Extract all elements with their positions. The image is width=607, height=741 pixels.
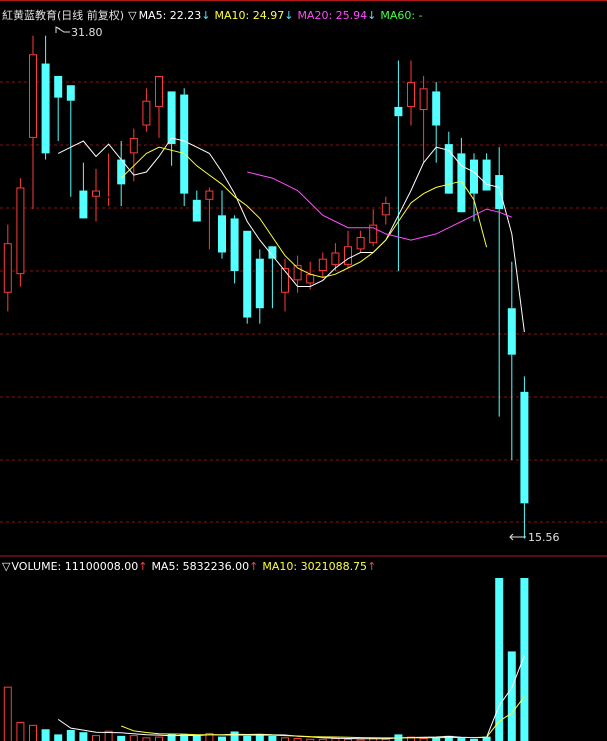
stock-name: 紅黄蓝教育 [2,9,57,22]
candle-body-down [218,215,226,253]
up-arrow-icon: ↑ [138,560,148,573]
candle-body-down [167,91,176,145]
volume-bar-down [66,729,75,741]
chart-background [0,0,607,741]
volume-value-legend: VOLUME: 11100008.00↑ [11,560,148,573]
candle-body-down [192,199,201,222]
candle-body-down [444,144,453,194]
candle-body-up [29,54,37,138]
candle-body-up [281,267,289,293]
candle-body-down [470,159,478,194]
down-arrow-icon: ↓ [284,9,294,22]
collapse-triangle-icon[interactable]: ▽ [2,560,10,573]
vol-ma5-legend: MA5: 5832236.00↑ [151,560,259,573]
volume-bar-down [243,735,252,741]
candle-body-up [306,274,315,284]
candle [180,88,189,207]
stock-title: 紅黄蓝教育(日线 前复权) [2,9,124,22]
candle-body-up [407,82,415,107]
volume-bar-up [29,724,37,741]
candle-body-up [419,88,428,111]
candle-body-up [129,137,138,154]
candle-body-down [66,85,75,101]
volume-bar-down [192,735,201,741]
volume-bar-down [167,733,176,741]
up-arrow-icon: ↑ [249,560,259,573]
candle-body-down [520,391,529,504]
candle-body-up [344,246,352,265]
volume-bar-down [117,735,126,741]
ma10-legend: MA10: 24.97↓ [214,9,294,22]
price-legend: 紅黄蓝教育(日线 前复权) ▽ MA5: 22.23↓ MA10: 24.97↓ MA2… [2,9,427,22]
candle-body-up [16,187,25,275]
candle-body-up [142,100,151,126]
candle-body-down [79,190,88,219]
candle-body-down [243,230,252,318]
ma5-legend: MA5: 22.23↓ [138,9,211,22]
volume-bar-down [41,729,50,741]
candle-body-up [155,75,163,107]
stock-chart[interactable]: 31.80 15.56 [0,0,607,741]
volume-bar-up [16,721,25,741]
volume-bar-down [507,651,516,741]
candle-body-up [318,258,327,272]
ma60-legend: MA60: - [380,9,423,22]
volume-bar-down [495,578,504,741]
vol-ma10-legend: MA10: 3021088.75↑ [262,560,377,573]
candle-body-up [3,243,12,293]
volume-legend: ▽VOLUME: 11100008.00↑ MA5: 5832236.00↑ MA1… [2,560,380,573]
candle-body-up [92,190,100,197]
candle-body-up [205,190,214,200]
volume-bar-up [129,735,138,741]
candle-body-down [495,175,504,210]
candle [243,230,252,324]
candle-body-down [482,159,491,191]
candle-body-down [255,258,264,309]
candle-body-down [432,91,441,126]
volume-bar-up [92,735,100,741]
candle-body-down [507,308,516,355]
volume-bar-down [218,736,226,741]
volume-bar-down [268,735,277,741]
candle-body-up [356,236,365,250]
volume-bar-down [520,578,529,741]
low-price-label: 15.56 [528,531,560,544]
volume-bar-down [230,731,239,741]
candle-body-down [394,106,403,117]
volume-bar-down [54,734,63,741]
down-arrow-icon: ↓ [367,9,377,22]
candle [16,178,25,287]
candle-body-up [381,202,390,216]
candle-body-down [54,75,63,98]
volume-bar-down [79,732,88,741]
chart-period: (日线 前复权) [57,9,125,22]
volume-bar-up [155,736,163,741]
candle-body-down [180,94,189,194]
high-price-label: 31.80 [71,26,103,39]
up-arrow-icon: ↑ [367,560,377,573]
candle-body-down [41,63,50,154]
volume-bar-up [3,686,12,741]
candle-body-down [230,218,239,272]
candle-body-up [331,252,340,265]
collapse-triangle-icon[interactable]: ▽ [128,9,136,22]
ma20-legend: MA20: 25.94↓ [297,9,377,22]
down-arrow-icon: ↓ [201,9,211,22]
